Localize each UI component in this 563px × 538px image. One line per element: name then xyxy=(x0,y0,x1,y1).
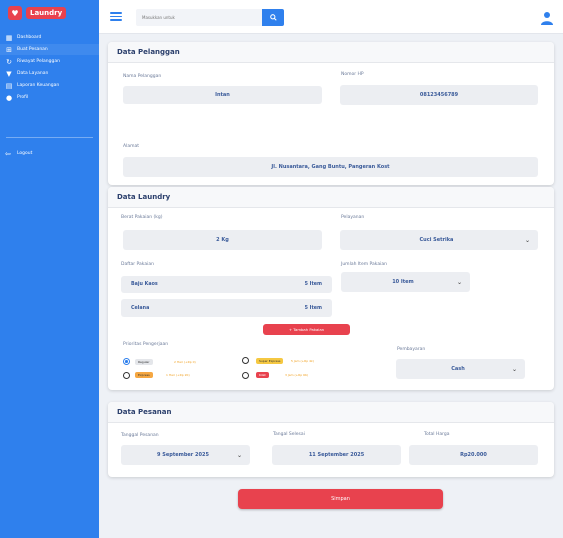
chevron-down-icon: ⌄ xyxy=(511,365,517,373)
pembayaran-select[interactable]: Cash ⌄ xyxy=(396,359,525,379)
sidebar-nav: ▦ Dashboard ⊞ Buat Pesanan ↻ Riwayat Pel… xyxy=(0,32,99,103)
priority-kilat-note: 3 Jam (+Rp 6K) xyxy=(285,373,309,377)
daftar-pakaian-label: Daftar Pakaian xyxy=(121,262,154,267)
berat-field[interactable]: 2 Kg xyxy=(123,230,322,250)
card-data-pesanan: Data Pesanan Tanggal Pesanan 9 September… xyxy=(108,402,554,477)
priority-express-note: 1 Hari (+Rp 2K) xyxy=(166,373,190,377)
tanggal-pesanan-select[interactable]: 9 September 2025 ⌄ xyxy=(121,445,250,465)
alamat-label: Alamat xyxy=(123,144,139,149)
sidebar-item-data-layanan[interactable]: ▼ Data Layanan xyxy=(0,68,99,79)
brand-logo: ♥ xyxy=(8,6,22,20)
sidebar-item-profil[interactable]: ● Profil xyxy=(0,92,99,103)
list-item: Celana 5 Item xyxy=(121,299,332,317)
sidebar-item-label: Data Layanan xyxy=(17,71,49,76)
sidebar-item-laporan-keuangan[interactable]: ▤ Laporan Keuangan xyxy=(0,80,99,91)
report-icon: ▤ xyxy=(5,81,13,90)
card-data-pelanggan: Data Pelanggan Nama Pelanggan Intan Nomo… xyxy=(108,42,554,185)
brand-name: Laundry xyxy=(26,7,67,19)
history-icon: ↻ xyxy=(6,57,12,66)
priority-express-radio[interactable] xyxy=(123,372,130,379)
sidebar-item-buat-pesanan[interactable]: ⊞ Buat Pesanan xyxy=(0,44,99,55)
chevron-down-icon: ⌄ xyxy=(524,236,530,244)
alamat-field[interactable]: Jl. Nusantara, Gang Buntu, Pangeran Kost xyxy=(123,157,538,177)
brand[interactable]: ♥ Laundry xyxy=(0,0,99,26)
sidebar-item-label: Riwayat Pelanggan xyxy=(17,59,60,64)
priority-express-badge: Express xyxy=(135,372,153,378)
jumlah-item-select[interactable]: 10 Item ⌄ xyxy=(341,272,470,292)
total-harga-field: Rp20.000 xyxy=(409,445,538,465)
chevron-down-icon: ⌄ xyxy=(236,451,242,459)
berat-label: Berat Pakaian (kg) xyxy=(121,215,163,220)
jumlah-item-value: 10 Item xyxy=(392,279,414,285)
item-qty: 5 Item xyxy=(304,305,322,311)
add-clothing-button[interactable]: + Tambah Pakaian xyxy=(263,324,350,335)
pembayaran-label: Pembayaran xyxy=(397,347,426,352)
user-profile-icon[interactable] xyxy=(541,11,553,25)
menu-icon[interactable] xyxy=(110,12,122,21)
priority-super-express-note: 5 Jam (+Rp 4k) xyxy=(291,359,314,363)
sidebar-item-dashboard[interactable]: ▦ Dashboard xyxy=(0,32,99,43)
priority-reguler-badge: Reguler xyxy=(135,359,153,365)
search-button[interactable] xyxy=(262,9,284,26)
nomor-hp-field[interactable]: 08123456789 xyxy=(340,85,538,105)
card-title: Data Pesanan xyxy=(108,402,554,423)
nama-pelanggan-field[interactable]: Intan xyxy=(123,86,322,104)
cart-icon: ▼ xyxy=(6,69,12,78)
list-item: Baju Kaos 5 Item xyxy=(121,276,332,293)
priority-kilat-radio[interactable] xyxy=(242,372,249,379)
tanggal-pesanan-value: 9 September 2025 xyxy=(157,452,209,458)
priority-reguler-radio[interactable] xyxy=(123,358,130,365)
sidebar-item-riwayat-pelanggan[interactable]: ↻ Riwayat Pelanggan xyxy=(0,56,99,67)
total-harga-label: Total Harga xyxy=(424,432,450,437)
user-icon: ● xyxy=(5,93,13,102)
nomor-hp-label: Nomor HP xyxy=(341,72,364,77)
chevron-down-icon: ⌄ xyxy=(456,278,462,286)
sidebar-item-label: Profil xyxy=(17,95,29,100)
sidebar-item-label: Laporan Keuangan xyxy=(17,83,60,88)
sidebar-item-label: Buat Pesanan xyxy=(17,47,48,52)
tanggal-pesanan-label: Tanggal Pesanan xyxy=(121,433,159,438)
logout-label: Logout xyxy=(17,151,33,156)
card-title: Data Pelanggan xyxy=(108,42,554,63)
logout-icon: ⇦ xyxy=(5,149,11,158)
save-button[interactable]: Simpan xyxy=(238,489,443,509)
jumlah-item-label: Jumlah Item Pakaian xyxy=(341,262,387,267)
tanggal-selesai-field[interactable]: 11 September 2025 xyxy=(272,445,401,465)
search-input[interactable] xyxy=(136,9,262,26)
item-qty: 5 Item xyxy=(304,282,322,287)
sidebar: ♥ Laundry ▦ Dashboard ⊞ Buat Pesanan ↻ R… xyxy=(0,0,99,538)
pelayanan-label: Pelayanan xyxy=(341,215,365,220)
pelayanan-value: Cuci Setrika xyxy=(419,237,454,243)
search-icon xyxy=(269,14,277,21)
search-bar xyxy=(136,9,284,26)
priority-kilat-badge: Kilat xyxy=(256,372,269,378)
topbar xyxy=(99,0,563,34)
priority-super-express-radio[interactable] xyxy=(242,357,249,364)
item-name: Celana xyxy=(131,305,150,311)
priority-reguler-note: 2 Hari (+Rp 0) xyxy=(174,360,196,364)
logout-button[interactable]: ⇦ Logout xyxy=(0,148,99,159)
nama-pelanggan-label: Nama Pelanggan xyxy=(123,74,162,79)
sidebar-divider xyxy=(6,137,93,138)
prioritas-label: Prioritas Pengerjaan xyxy=(123,342,169,347)
dashboard-icon: ▦ xyxy=(5,33,13,42)
sidebar-item-label: Dashboard xyxy=(17,35,42,40)
pembayaran-value: Cash xyxy=(451,366,465,372)
card-data-laundry: Data Laundry Berat Pakaian (kg) 2 Kg Pel… xyxy=(108,187,554,390)
card-title: Data Laundry xyxy=(108,187,554,208)
create-order-icon: ⊞ xyxy=(6,45,12,54)
item-name: Baju Kaos xyxy=(131,282,158,287)
pelayanan-select[interactable]: Cuci Setrika ⌄ xyxy=(340,230,538,250)
priority-super-express-badge: Super Express xyxy=(256,358,284,364)
tanggal-selesai-label: Tangal Selesai xyxy=(273,432,305,437)
